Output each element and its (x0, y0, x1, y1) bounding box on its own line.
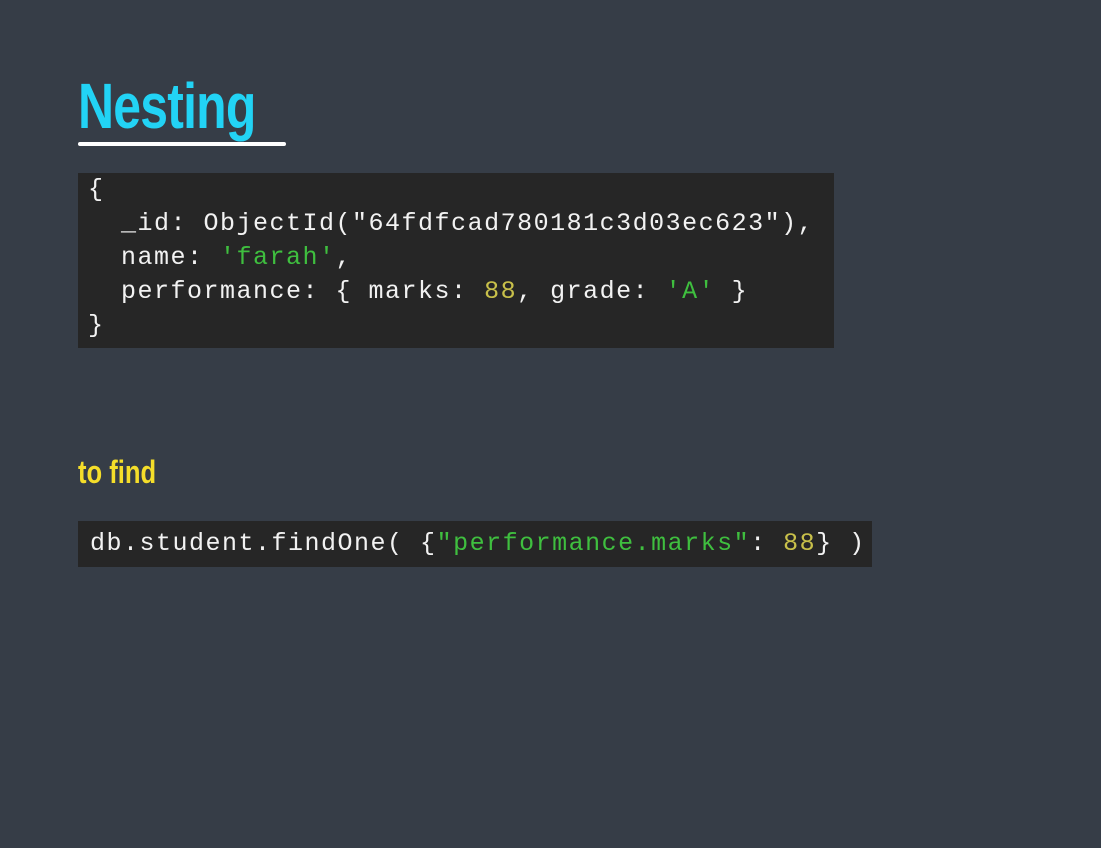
brace-open: { (88, 175, 105, 204)
query-key: "performance.marks" (436, 529, 751, 558)
grade-key: , grade: (517, 277, 666, 306)
code-line-name: name: 'farah', (88, 241, 352, 275)
query-value: 88 (783, 529, 817, 558)
query-prefix: db.student.findOne( { (90, 529, 437, 558)
performance-end: } (715, 277, 749, 306)
title-underline (78, 142, 286, 146)
code-line: { (88, 173, 105, 207)
code-line: } (88, 309, 105, 343)
id-key: _id: ObjectId( (88, 209, 353, 238)
slide-title: Nesting (78, 70, 256, 142)
marks-value: 88 (484, 277, 518, 306)
name-end: , (335, 243, 353, 272)
query-colon: : (750, 529, 784, 558)
code-line-performance: performance: { marks: 88, grade: 'A' } (88, 275, 748, 309)
query-code-block: db.student.findOne( {"performance.marks"… (78, 521, 872, 567)
performance-key: performance: { marks: (88, 277, 485, 306)
document-code-block: { _id: ObjectId("64fdfcad780181c3d03ec62… (78, 173, 834, 348)
name-key: name: (88, 243, 221, 272)
grade-value: 'A' (665, 277, 716, 306)
name-value: 'farah' (220, 243, 336, 272)
query-suffix: } ) (816, 529, 866, 558)
code-line-id: _id: ObjectId("64fdfcad780181c3d03ec623"… (88, 207, 814, 241)
id-value: "64fdfcad780181c3d03ec623" (352, 209, 782, 238)
brace-close: } (88, 311, 105, 340)
query-line: db.student.findOne( {"performance.marks"… (90, 521, 866, 567)
id-end: ), (781, 209, 815, 238)
section-heading: to find (78, 454, 157, 490)
